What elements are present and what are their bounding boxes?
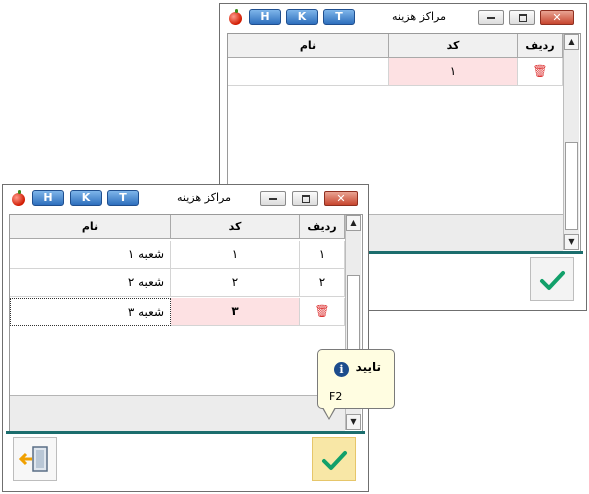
trash-icon[interactable]: 🗑 [532, 64, 547, 78]
close-icon: ✕ [552, 11, 562, 24]
front-divider [6, 431, 365, 434]
front-col-row[interactable]: ردیف [300, 215, 345, 239]
front-ok-button[interactable] [312, 437, 356, 481]
front-maximize-button[interactable] [292, 191, 318, 206]
front-col-name[interactable]: نام [10, 215, 171, 239]
ok-tooltip: i تایید F2 [317, 349, 395, 409]
close-icon: ✕ [336, 192, 346, 205]
back-scroll-thumb[interactable] [565, 142, 578, 230]
check-icon [540, 271, 565, 290]
tooltip-shortcut: F2 [329, 390, 343, 403]
back-ok-button[interactable] [530, 257, 574, 301]
scroll-down-arrow-icon[interactable]: ▼ [564, 234, 579, 250]
check-icon [322, 451, 347, 470]
back-vertical-scrollbar[interactable]: ▲ ▼ [563, 34, 579, 250]
apple-icon [229, 9, 242, 25]
back-window-title: مراکز هزینه [392, 10, 446, 23]
back-col-row[interactable]: ردیف [518, 34, 563, 58]
front-grid-footer [10, 395, 345, 431]
front-window-title: مراکز هزینه [177, 191, 231, 204]
front-window: H K T مراکز هزینه ✕ نام کد ردیف شعبه ۱ ۱… [2, 184, 369, 492]
front-row3-code[interactable]: ۳ [171, 298, 300, 326]
apple-icon [12, 190, 25, 206]
back-titlebar[interactable]: H K T مراکز هزینه ✕ [220, 4, 586, 30]
front-row1-name[interactable]: شعبه ۱ [10, 241, 171, 269]
front-k-button[interactable]: K [70, 190, 102, 206]
front-minimize-button[interactable] [260, 191, 286, 206]
trash-icon[interactable]: 🗑 [314, 304, 329, 318]
back-col-name[interactable]: نام [228, 34, 389, 58]
exit-button[interactable] [13, 437, 57, 481]
minimize-icon [269, 198, 277, 200]
front-row2-code[interactable]: ۲ [171, 269, 300, 297]
front-row3-delete[interactable]: 🗑 [300, 298, 345, 326]
tooltip-title: تایید [355, 360, 381, 374]
info-icon: i [334, 362, 349, 377]
maximize-icon [302, 195, 310, 203]
back-minimize-button[interactable] [478, 10, 504, 25]
back-row1-code[interactable]: ۱ [389, 58, 518, 86]
front-h-button[interactable]: H [32, 190, 64, 206]
front-row1-code[interactable]: ۱ [171, 241, 300, 269]
front-close-button[interactable]: ✕ [324, 191, 358, 206]
minimize-icon [487, 17, 495, 19]
back-row1-name[interactable] [228, 58, 389, 86]
front-grid: نام کد ردیف شعبه ۱ ۱ ۱ شعبه ۲ ۲ ۲ شعبه ۳… [9, 214, 363, 433]
back-t-button[interactable]: T [323, 9, 355, 25]
front-row2-number[interactable]: ۲ [300, 269, 345, 297]
front-col-code[interactable]: کد [171, 215, 300, 239]
front-titlebar[interactable]: H K T مراکز هزینه ✕ [3, 185, 368, 211]
scroll-down-arrow-icon[interactable]: ▼ [346, 414, 361, 430]
back-h-button[interactable]: H [249, 9, 281, 25]
front-row3-name-input[interactable]: شعبه ۳ [10, 298, 171, 326]
maximize-icon [519, 14, 527, 22]
front-t-button[interactable]: T [107, 190, 139, 206]
front-row2-name[interactable]: شعبه ۲ [10, 269, 171, 297]
back-close-button[interactable]: ✕ [540, 10, 574, 25]
back-col-code[interactable]: کد [389, 34, 518, 58]
exit-door-icon [18, 446, 48, 472]
scroll-up-arrow-icon[interactable]: ▲ [346, 215, 361, 231]
front-row1-number[interactable]: ۱ [300, 241, 345, 269]
scroll-up-arrow-icon[interactable]: ▲ [564, 34, 579, 50]
back-maximize-button[interactable] [509, 10, 535, 25]
back-k-button[interactable]: K [286, 9, 318, 25]
back-row1-delete[interactable]: 🗑 [518, 58, 563, 86]
tooltip-tail-fill [323, 407, 335, 418]
